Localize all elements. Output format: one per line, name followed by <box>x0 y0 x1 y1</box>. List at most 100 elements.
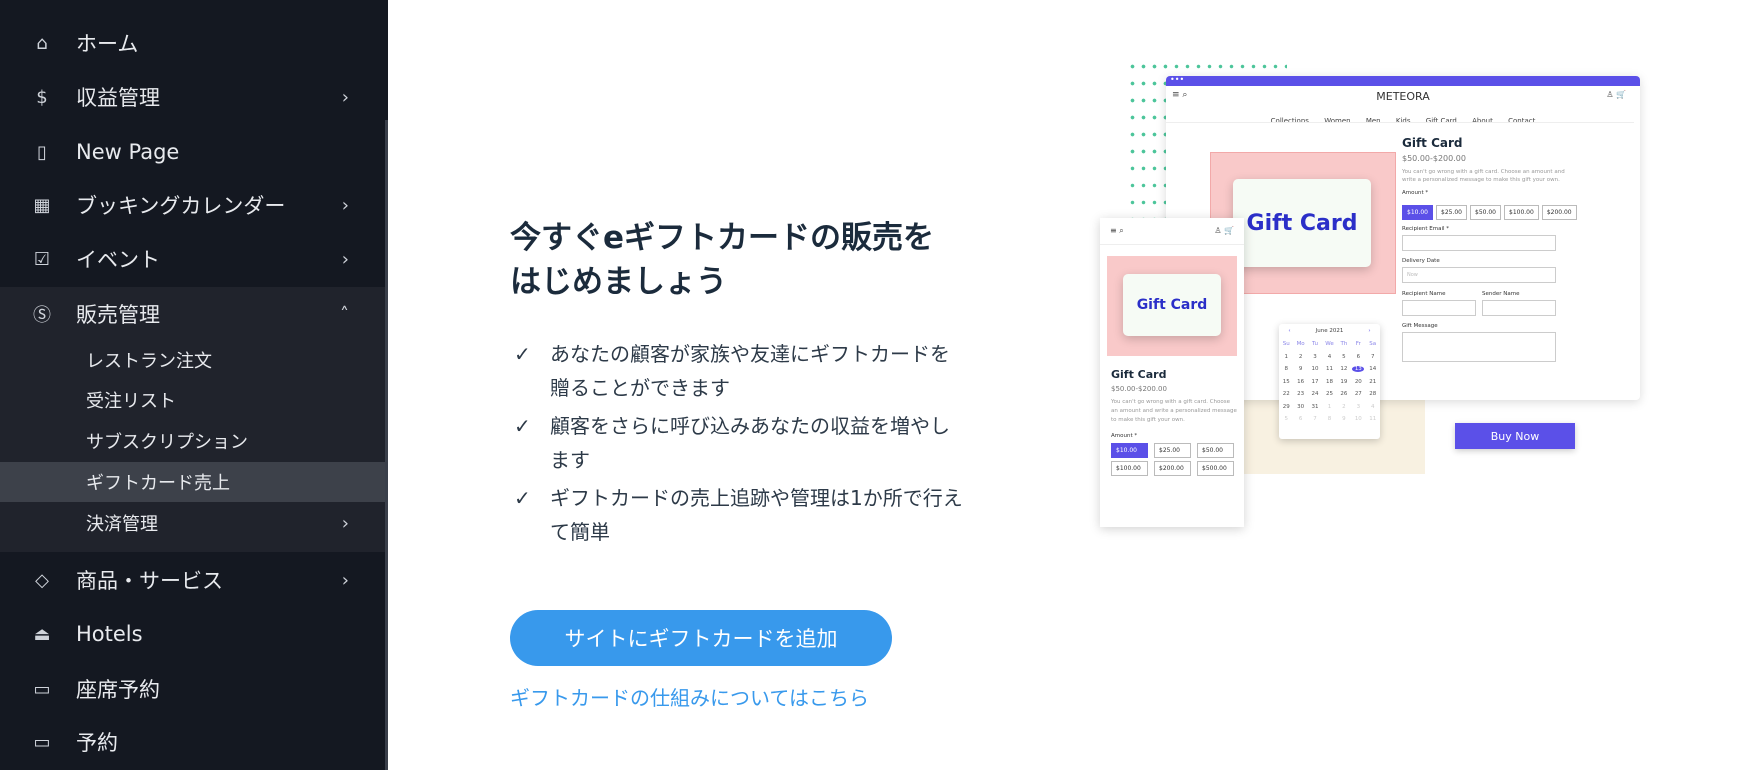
chevron-right-icon: › <box>341 512 349 534</box>
feature-bullet: ✓ あなたの顧客が家族や友達にギフトカードを贈ることができます <box>514 337 964 405</box>
ticket-icon: ▭ <box>33 731 51 753</box>
mobile-mockup: ≡ ⌕ ♙ 🛒 Gift Card Gift Card $50.00-$200.0… <box>1100 218 1244 527</box>
decorative-dots <box>1127 58 1167 228</box>
chevron-up-icon: ˄ <box>340 303 349 325</box>
window-dots-icon: ••• <box>1166 76 1640 86</box>
weekday-label: Sa <box>1369 341 1377 348</box>
nav-item: Kids <box>1395 117 1411 125</box>
tags-icon: ◇ <box>35 569 49 591</box>
gift-card-graphic: Gift Card <box>1123 274 1221 336</box>
calendar-day: 1 <box>1327 403 1332 410</box>
calendar-day: 10 <box>1311 366 1319 373</box>
sidebar-item-revenue[interactable]: $ 収益管理 › <box>0 73 385 121</box>
calendar-day: 8 <box>1284 366 1288 373</box>
weekday-label: Mo <box>1296 341 1305 348</box>
sidebar-item-hotels[interactable]: ⏏ Hotels <box>0 610 385 658</box>
sidebar-item-reservations[interactable]: ▭ 予約 <box>0 718 385 766</box>
ticket-icon: ▭ <box>33 678 51 700</box>
page-title: 今すぐeギフトカードの販売を はじめましょう <box>510 216 934 304</box>
amount-option: $500.00 <box>1197 461 1234 476</box>
sidebar-item-products[interactable]: ◇ 商品・サービス › <box>0 556 385 604</box>
amount-label: Amount * <box>1111 433 1138 439</box>
calendar-day: 9 <box>1342 416 1346 423</box>
nav-item: Men <box>1365 117 1381 125</box>
nav-item: Collections <box>1270 117 1309 125</box>
calendar-day: 16 <box>1297 378 1305 385</box>
product-title: Gift Card <box>1111 368 1167 381</box>
page-icon: ▯ <box>37 141 47 163</box>
sidebar-subitem-gift-card-sales[interactable]: ギフトカード売上 <box>0 462 385 502</box>
bullet-text: ギフトカードの売上追跡や管理は1か所で行えて簡単 <box>550 486 963 544</box>
add-gift-card-button[interactable]: サイトにギフトカードを追加 <box>510 610 892 666</box>
sidebar-item-home[interactable]: ⌂ ホーム <box>0 19 385 67</box>
calendar-day: 14 <box>1369 366 1377 373</box>
calendar-day: 8 <box>1327 416 1332 423</box>
chevron-right-icon: › <box>341 194 349 216</box>
amount-option: $200.00 <box>1541 205 1577 220</box>
sidebar-item-events[interactable]: ☑ イベント › <box>0 235 385 283</box>
calendar-day: 15 <box>1282 378 1290 385</box>
product-description: You can't go wrong with a gift card. Cho… <box>1111 399 1237 423</box>
amount-option: $25.00 <box>1154 443 1191 458</box>
check-icon: ✓ <box>514 486 531 510</box>
calendar-day: 27 <box>1354 391 1362 398</box>
product-title: Gift Card <box>1402 136 1463 150</box>
gift-message-field <box>1402 332 1556 362</box>
sidebar-scrollbar[interactable] <box>385 120 388 770</box>
sidebar-item-booking-calendar[interactable]: ▦ ブッキングカレンダー › <box>0 181 385 229</box>
home-icon: ⌂ <box>36 32 48 54</box>
next-month-icon: › <box>1368 328 1371 334</box>
calendar-icon: ▦ <box>33 194 51 216</box>
calendar-day: 26 <box>1340 391 1348 398</box>
product-image: Gift Card <box>1107 256 1237 356</box>
event-icon: ☑ <box>33 248 51 270</box>
calendar-day: 11 <box>1325 366 1333 373</box>
weekday-label: Tu <box>1312 341 1319 348</box>
gift-card-graphic: Gift Card <box>1233 179 1371 267</box>
chevron-right-icon: › <box>341 569 349 591</box>
calendar-day: 29 <box>1282 403 1290 410</box>
title-line: はじめましょう <box>510 264 727 300</box>
nav-item: Contact <box>1508 117 1536 125</box>
sidebar-item-new-page[interactable]: ▯ New Page <box>0 128 385 176</box>
calendar-day: 5 <box>1284 416 1288 423</box>
sidebar-item-label: 収益管理 <box>76 86 160 110</box>
calendar-day: 3 <box>1313 353 1317 360</box>
calendar-day: 17 <box>1311 378 1319 385</box>
feature-bullet: ✓ 顧客をさらに呼び込みあなたの収益を増やします <box>514 409 964 477</box>
sidebar-subitem-restaurant-orders[interactable]: レストラン注文 <box>0 340 385 380</box>
sidebar-item-seat-reservations[interactable]: ▭ 座席予約 <box>0 665 385 713</box>
field-label: Sender Name <box>1482 291 1520 297</box>
weekday-label: Fr <box>1355 341 1361 348</box>
field-label: Recipient Name <box>1402 291 1446 297</box>
sidebar-subitem-orders[interactable]: 受注リスト <box>0 380 385 420</box>
title-line: 今すぐeギフトカードの販売を <box>510 220 935 256</box>
product-price: $50.00-$200.00 <box>1111 385 1167 393</box>
calendar-day: 23 <box>1297 391 1305 398</box>
sidebar-item-label: ブッキングカレンダー <box>76 194 286 218</box>
nav-item: Women <box>1324 117 1351 125</box>
calendar-day: 24 <box>1311 391 1319 398</box>
bell-icon: ⏏ <box>33 623 51 645</box>
sidebar-item-label: イベント <box>76 248 160 272</box>
subitem-label: 決済管理 <box>86 514 158 535</box>
sidebar-subitem-payments[interactable]: 決済管理 › <box>0 503 385 543</box>
amount-option: $10.00 <box>1111 443 1148 458</box>
calendar-day: 4 <box>1327 353 1332 360</box>
sidebar-subitem-subscriptions[interactable]: サブスクリプション <box>0 421 385 461</box>
nav-item: Gift Card <box>1425 117 1457 125</box>
field-label: Delivery Date <box>1402 258 1440 264</box>
sidebar-item-sales[interactable]: Ⓢ 販売管理 ˄ <box>0 290 385 338</box>
calendar-day: 22 <box>1282 391 1290 398</box>
bullet-text: 顧客をさらに呼び込みあなたの収益を増やします <box>550 414 950 472</box>
check-icon: ✓ <box>514 414 531 438</box>
revenue-icon: $ <box>36 86 48 108</box>
calendar-day: 21 <box>1369 378 1377 385</box>
user-cart-icon: ♙ 🛒 <box>1606 90 1626 99</box>
calendar-day: 28 <box>1369 391 1377 398</box>
learn-more-link[interactable]: ギフトカードの仕組みについてはこちら <box>510 682 869 711</box>
sidebar: ⌂ ホーム $ 収益管理 › ▯ New Page ▦ ブッキングカレンダー › ☑ イベント… <box>0 0 388 770</box>
amount-option: $50.00 <box>1470 205 1501 220</box>
calendar-day: 7 <box>1370 353 1375 360</box>
calendar-day: 10 <box>1354 416 1362 423</box>
